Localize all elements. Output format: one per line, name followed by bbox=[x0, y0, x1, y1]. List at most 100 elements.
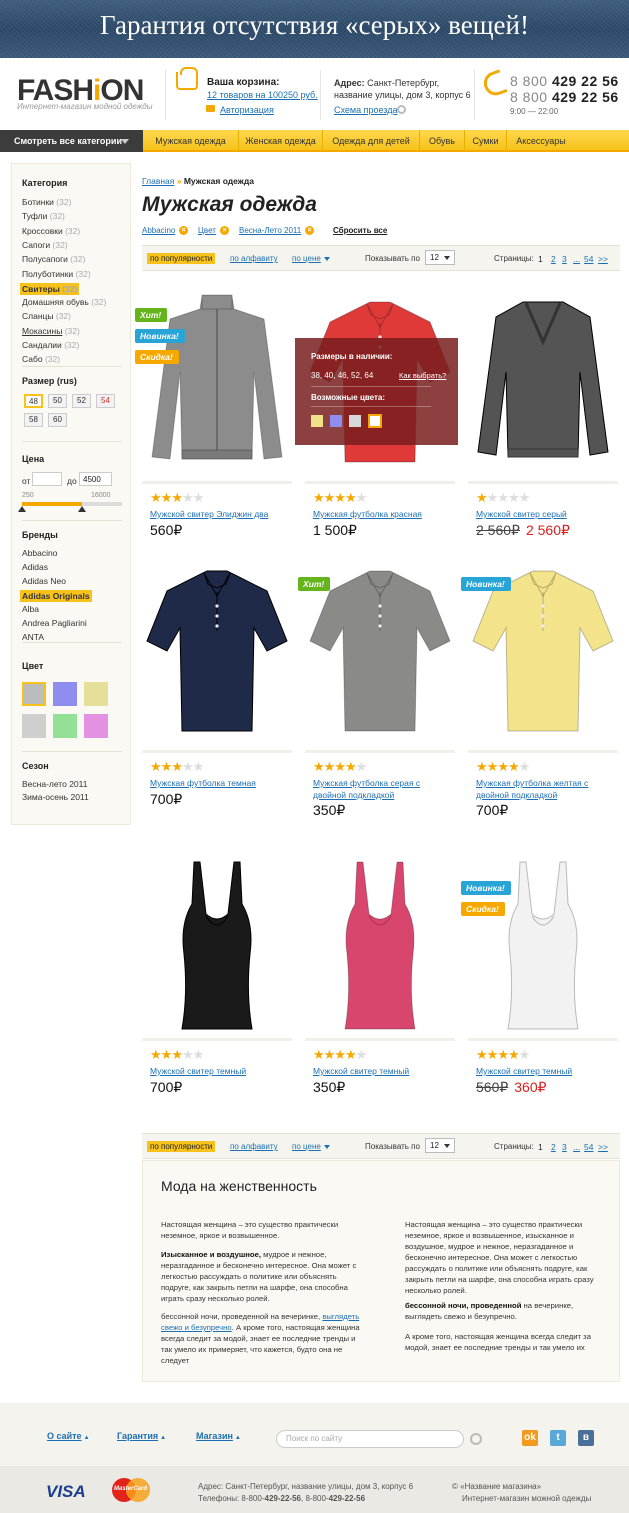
brand-item[interactable]: ANTA bbox=[22, 632, 44, 642]
product-image[interactable] bbox=[468, 287, 618, 477]
star-empty-icon[interactable]: ★ bbox=[193, 759, 205, 774]
page-1[interactable]: 1 bbox=[538, 254, 543, 264]
product-image[interactable] bbox=[142, 844, 292, 1034]
price-slider[interactable] bbox=[18, 502, 122, 512]
star-filled-icon[interactable]: ★ bbox=[171, 1047, 183, 1062]
star-empty-icon[interactable]: ★ bbox=[182, 490, 194, 505]
star-empty-icon[interactable]: ★ bbox=[182, 759, 194, 774]
page-next[interactable]: >> bbox=[598, 1142, 608, 1152]
sort-popular[interactable]: по популярности bbox=[147, 1141, 216, 1152]
category-item[interactable]: Свитеры (32) bbox=[20, 282, 80, 295]
star-filled-icon[interactable]: ★ bbox=[476, 1047, 488, 1062]
breadcrumb-home[interactable]: Главная bbox=[142, 176, 174, 186]
product-image[interactable] bbox=[142, 556, 292, 746]
rating-stars[interactable]: ★★★★★ bbox=[476, 490, 530, 506]
category-item[interactable]: Сабо (32) bbox=[22, 354, 60, 364]
product-card[interactable]: ★★★★★ Мужской свитер серый 2 560₽ 2 560₽ bbox=[468, 287, 618, 547]
product-name-link[interactable]: Мужская футболка темная bbox=[150, 777, 290, 789]
star-filled-icon[interactable]: ★ bbox=[334, 759, 346, 774]
category-item[interactable]: Туфли (32) bbox=[22, 211, 65, 221]
category-item[interactable]: Ботинки (32) bbox=[22, 197, 71, 207]
product-card[interactable]: ★★★★★ Мужской свитер Элиджин два 560₽ Хит! Н… bbox=[135, 287, 292, 547]
product-name-link[interactable]: Мужской свитер темный bbox=[476, 1065, 616, 1077]
star-empty-icon[interactable]: ★ bbox=[497, 490, 509, 505]
star-empty-icon[interactable]: ★ bbox=[508, 490, 520, 505]
nav-item-shoes[interactable]: Обувь bbox=[420, 130, 465, 152]
filter-tag-color[interactable]: Цвет bbox=[198, 226, 216, 235]
star-filled-icon[interactable]: ★ bbox=[334, 490, 346, 505]
reset-filters-link[interactable]: Сбросить все bbox=[333, 226, 387, 235]
product-name-link[interactable]: Мужской свитер Элиджин два bbox=[150, 508, 290, 520]
size-option[interactable]: 58 bbox=[24, 413, 43, 427]
price-to-input[interactable]: 4500 bbox=[79, 472, 112, 486]
size-option[interactable]: 50 bbox=[48, 394, 67, 408]
footer-search-input[interactable]: Поиск по сайту bbox=[276, 1430, 464, 1448]
star-filled-icon[interactable]: ★ bbox=[161, 490, 173, 505]
star-filled-icon[interactable]: ★ bbox=[324, 759, 336, 774]
sort-price[interactable]: по цене bbox=[292, 254, 330, 263]
star-filled-icon[interactable]: ★ bbox=[313, 1047, 325, 1062]
color-swatch[interactable] bbox=[22, 714, 46, 738]
rating-stars[interactable]: ★★★★★ bbox=[476, 759, 530, 775]
category-item[interactable]: Сапоги (32) bbox=[22, 240, 68, 250]
page-3[interactable]: 3 bbox=[562, 1142, 567, 1152]
filter-tag-brand[interactable]: Abbacino bbox=[142, 226, 175, 235]
star-filled-icon[interactable]: ★ bbox=[324, 1047, 336, 1062]
category-item[interactable]: Сандалии (32) bbox=[22, 340, 79, 350]
remove-filter-icon[interactable]: × bbox=[220, 226, 229, 235]
remove-filter-icon[interactable]: × bbox=[179, 226, 188, 235]
remove-filter-icon[interactable]: × bbox=[305, 226, 314, 235]
size-option[interactable]: 54 bbox=[96, 394, 115, 408]
star-empty-icon[interactable]: ★ bbox=[193, 490, 205, 505]
brand-item[interactable]: Alba bbox=[22, 604, 39, 614]
star-filled-icon[interactable]: ★ bbox=[161, 1047, 173, 1062]
star-empty-icon[interactable]: ★ bbox=[487, 490, 499, 505]
star-filled-icon[interactable]: ★ bbox=[345, 1047, 357, 1062]
product-name-link[interactable]: Мужской свитер темный bbox=[313, 1065, 453, 1077]
star-filled-icon[interactable]: ★ bbox=[487, 1047, 499, 1062]
star-filled-icon[interactable]: ★ bbox=[150, 759, 162, 774]
star-filled-icon[interactable]: ★ bbox=[171, 490, 183, 505]
product-card[interactable]: ★★★★★ Мужской свитер темный 350₽ bbox=[305, 844, 455, 1104]
product-name-link[interactable]: Мужской свитер серый bbox=[476, 508, 616, 520]
category-item[interactable]: Кроссовки (32) bbox=[22, 226, 80, 236]
size-guide-link[interactable]: Как выбрать? bbox=[399, 371, 446, 380]
brand-item[interactable]: Adidas Originals bbox=[20, 590, 92, 602]
color-swatch[interactable] bbox=[84, 682, 108, 706]
brand-item[interactable]: Adidas bbox=[22, 562, 48, 572]
category-item[interactable]: Полуботинки (32) bbox=[22, 269, 91, 279]
nav-item-accessories[interactable]: Аксессуары bbox=[507, 130, 575, 152]
star-filled-icon[interactable]: ★ bbox=[476, 490, 488, 505]
price-slider-max-handle[interactable] bbox=[78, 506, 86, 512]
star-filled-icon[interactable]: ★ bbox=[345, 759, 357, 774]
star-empty-icon[interactable]: ★ bbox=[356, 490, 368, 505]
category-item[interactable]: Мокасины (32) bbox=[22, 326, 80, 336]
star-filled-icon[interactable]: ★ bbox=[508, 1047, 520, 1062]
popup-color-swatch[interactable] bbox=[349, 415, 361, 427]
nav-item-womens[interactable]: Женская одежда bbox=[239, 130, 323, 152]
star-filled-icon[interactable]: ★ bbox=[150, 490, 162, 505]
product-name-link[interactable]: Мужская футболка желтая с двойной подкла… bbox=[476, 777, 616, 801]
search-icon[interactable] bbox=[470, 1433, 482, 1445]
star-filled-icon[interactable]: ★ bbox=[476, 759, 488, 774]
page-1[interactable]: 1 bbox=[538, 1142, 543, 1152]
popup-color-swatch[interactable] bbox=[330, 415, 342, 427]
footer-nav-about[interactable]: О сайте bbox=[47, 1431, 90, 1441]
product-card[interactable]: ★★★★★ Мужской свитер темный 560₽ 360₽ Новинк… bbox=[461, 844, 618, 1104]
vkontakte-icon[interactable]: в bbox=[578, 1430, 594, 1446]
rating-stars[interactable]: ★★★★★ bbox=[313, 490, 368, 506]
page-54[interactable]: 54 bbox=[584, 1142, 593, 1152]
category-item[interactable]: Сланцы (32) bbox=[22, 311, 71, 321]
sort-popular[interactable]: по популярности bbox=[147, 253, 216, 264]
filter-tag-season[interactable]: Весна-Лето 2011 bbox=[239, 226, 301, 235]
product-name-link[interactable]: Мужская футболка красная bbox=[313, 508, 453, 520]
page-54[interactable]: 54 bbox=[584, 254, 593, 264]
star-filled-icon[interactable]: ★ bbox=[345, 490, 357, 505]
auth-link[interactable]: Авторизация bbox=[220, 105, 274, 115]
star-empty-icon[interactable]: ★ bbox=[356, 759, 368, 774]
star-filled-icon[interactable]: ★ bbox=[508, 759, 520, 774]
sort-price[interactable]: по цене bbox=[292, 1142, 330, 1151]
color-swatch[interactable] bbox=[84, 714, 108, 738]
page-2[interactable]: 2 bbox=[551, 254, 556, 264]
route-map-link[interactable]: Схема проезда bbox=[334, 105, 397, 115]
